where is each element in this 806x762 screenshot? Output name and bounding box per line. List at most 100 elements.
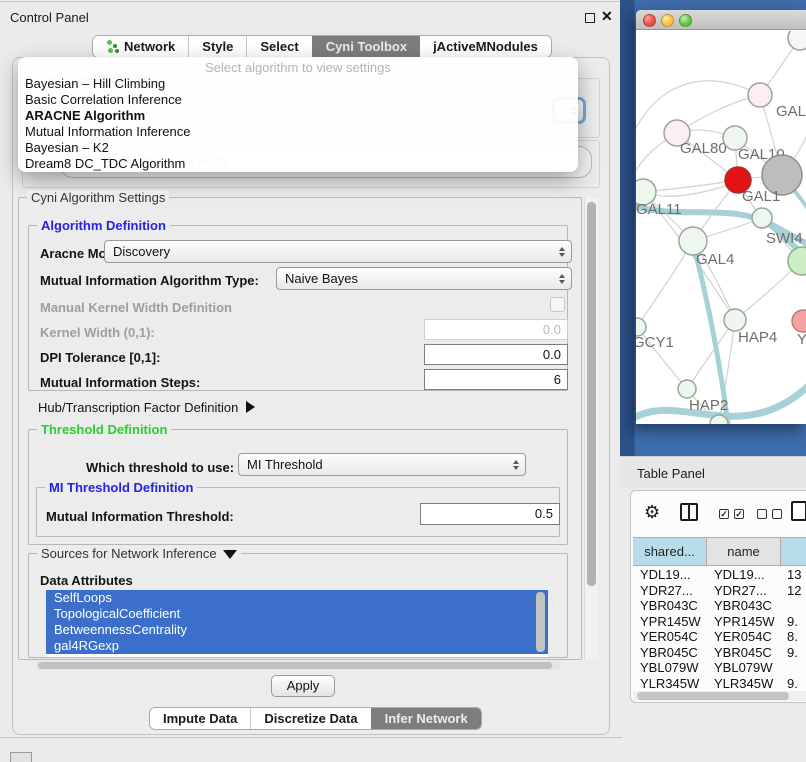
- network-node[interactable]: [792, 310, 806, 332]
- network-edge[interactable]: [637, 241, 693, 327]
- column-header-name[interactable]: name: [707, 538, 781, 565]
- menu-item[interactable]: Bayesian – Hill Climbing: [18, 76, 578, 92]
- table-cell: 9.: [781, 676, 806, 692]
- chevron-down-icon[interactable]: [223, 550, 237, 559]
- checked-checkbox-icon[interactable]: ✓: [734, 509, 744, 519]
- menu-item[interactable]: Bayesian – K2: [18, 140, 578, 156]
- table-cell: YBR043C: [707, 598, 781, 614]
- tab-label: Select: [260, 39, 298, 54]
- table-row[interactable]: YBR043C YBR043C: [633, 598, 806, 614]
- table-horizontal-scrollbar[interactable]: [633, 691, 806, 701]
- network-canvas[interactable]: GALGAL80GAL10GAL1GAL11SWI4GAL4GCY1HAP4YH…: [636, 31, 806, 424]
- unchecked-checkbox-icon[interactable]: [772, 509, 782, 519]
- tab-impute-data[interactable]: Impute Data: [150, 708, 250, 729]
- table-cell: YER054C: [633, 629, 707, 645]
- column-header-3[interactable]: [781, 538, 806, 565]
- list-item[interactable]: BetweennessCentrality: [46, 622, 548, 638]
- network-node[interactable]: [788, 31, 806, 50]
- list-scrollbar[interactable]: [536, 592, 545, 652]
- table-cell: YDR27...: [707, 583, 781, 599]
- tab-discretize-data[interactable]: Discretize Data: [250, 708, 370, 729]
- algorithm-definition-title: Algorithm Definition: [37, 218, 170, 233]
- kernel-width-field[interactable]: 0.0: [424, 319, 568, 340]
- checked-checkbox-icon[interactable]: ✓: [719, 509, 729, 519]
- unchecked-checkbox-icon[interactable]: [757, 509, 767, 519]
- table-row[interactable]: YER054C YER054C 8.: [633, 629, 806, 645]
- scrollbar-thumb[interactable]: [637, 692, 789, 700]
- tab-infer-network[interactable]: Infer Network: [371, 708, 481, 729]
- close-traffic-light-icon[interactable]: [643, 14, 656, 27]
- network-node-label: SWI4: [766, 230, 803, 247]
- network-node-label: GAL: [776, 103, 806, 120]
- mi-steps-label: Mutual Information Steps:: [40, 375, 200, 390]
- split-view-icon[interactable]: [680, 503, 698, 521]
- control-panel-title: Control Panel: [10, 10, 89, 25]
- mi-steps-field[interactable]: 6: [424, 369, 568, 390]
- document-icon[interactable]: [791, 501, 806, 521]
- combo-arrows-icon: [559, 247, 565, 257]
- dpi-tolerance-field[interactable]: 0.0: [424, 344, 568, 365]
- table-cell: 13: [781, 567, 806, 583]
- tab-network[interactable]: Network: [93, 36, 188, 57]
- scrollbar-thumb[interactable]: [38, 662, 552, 669]
- data-attributes-label: Data Attributes: [40, 573, 133, 588]
- close-icon[interactable]: ✕: [601, 8, 613, 25]
- table-row[interactable]: YPR145W YPR145W 9.: [633, 614, 806, 630]
- network-node[interactable]: [678, 380, 696, 398]
- list-item[interactable]: SelfLoops: [46, 590, 548, 606]
- mi-type-value: Naive Bayes: [285, 271, 358, 286]
- tab-select[interactable]: Select: [246, 36, 311, 57]
- tab-cyni-toolbox[interactable]: Cyni Toolbox: [312, 36, 420, 57]
- table-cell: YBL079W: [707, 660, 781, 676]
- tab-style[interactable]: Style: [188, 36, 246, 57]
- network-node[interactable]: [752, 208, 772, 228]
- network-node[interactable]: [748, 83, 772, 107]
- table-toolbar: ⚙ ✓ ✓: [631, 491, 806, 536]
- manual-kernel-checkbox[interactable]: [550, 297, 565, 312]
- table-cell: YPR145W: [633, 614, 707, 630]
- which-threshold-combo[interactable]: MI Threshold: [238, 453, 526, 476]
- table-row[interactable]: YBL079W YBL079W: [633, 660, 806, 676]
- dropdown-items: Bayesian – Hill ClimbingBasic Correlatio…: [18, 76, 578, 172]
- network-node-label: GCY1: [636, 334, 674, 351]
- mi-type-label: Mutual Information Algorithm Type:: [40, 273, 259, 288]
- list-item[interactable]: TopologicalCoefficient: [46, 606, 548, 622]
- settings-group-title: Cyni Algorithm Settings: [27, 190, 169, 205]
- tab-label: Cyni Toolbox: [326, 39, 407, 54]
- table-cell: YDR27...: [633, 583, 707, 599]
- network-canvas-svg: GALGAL80GAL10GAL1GAL11SWI4GAL4GCY1HAP4YH…: [636, 31, 806, 424]
- table-row[interactable]: YDL19... YDL19... 13: [633, 567, 806, 583]
- collapsed-panel-stub[interactable]: [10, 752, 32, 762]
- hub-definition-toggle[interactable]: Hub/Transcription Factor Definition: [38, 400, 255, 415]
- scrollbar-thumb[interactable]: [587, 202, 596, 586]
- menu-item[interactable]: Dream8 DC_TDC Algorithm: [18, 156, 578, 172]
- table-cell: [781, 660, 806, 676]
- menu-item[interactable]: Basic Correlation Inference: [18, 92, 578, 108]
- tab-jactivemnodules[interactable]: jActiveMNodules: [420, 36, 551, 57]
- hub-definition-label: Hub/Transcription Factor Definition: [38, 400, 238, 415]
- column-header-shared[interactable]: shared...: [633, 538, 707, 565]
- table-cell: YBR045C: [633, 645, 707, 661]
- network-window-titlebar[interactable]: [636, 10, 806, 30]
- table-row[interactable]: YLR345W YLR345W 9.: [633, 676, 806, 692]
- list-item[interactable]: gal4RGexp: [46, 638, 548, 654]
- table-row[interactable]: YDR27... YDR27... 12: [633, 583, 806, 599]
- settings-vertical-scrollbar[interactable]: [584, 198, 598, 659]
- mi-threshold-field[interactable]: 0.5: [420, 503, 560, 525]
- menu-item[interactable]: Mutual Information Inference: [18, 124, 578, 140]
- table-header: shared... name: [633, 537, 806, 566]
- mi-type-combo[interactable]: Naive Bayes: [276, 267, 572, 290]
- float-window-icon[interactable]: [585, 13, 595, 23]
- menu-item[interactable]: ARACNE Algorithm: [18, 108, 578, 124]
- gear-icon[interactable]: ⚙: [644, 502, 660, 522]
- aracne-mode-combo[interactable]: Discovery: [104, 240, 572, 263]
- apply-button[interactable]: Apply: [271, 675, 335, 697]
- table-row[interactable]: YBR045C YBR045C 9.: [633, 645, 806, 661]
- minimize-traffic-light-icon[interactable]: [661, 14, 674, 27]
- network-node[interactable]: [724, 309, 746, 331]
- zoom-traffic-light-icon[interactable]: [679, 14, 692, 27]
- horizontal-scrollbar[interactable]: [36, 661, 560, 670]
- table-cell: YDL19...: [633, 567, 707, 583]
- network-node-label: GAL80: [680, 140, 727, 157]
- network-window[interactable]: GALGAL80GAL10GAL1GAL11SWI4GAL4GCY1HAP4YH…: [636, 10, 806, 424]
